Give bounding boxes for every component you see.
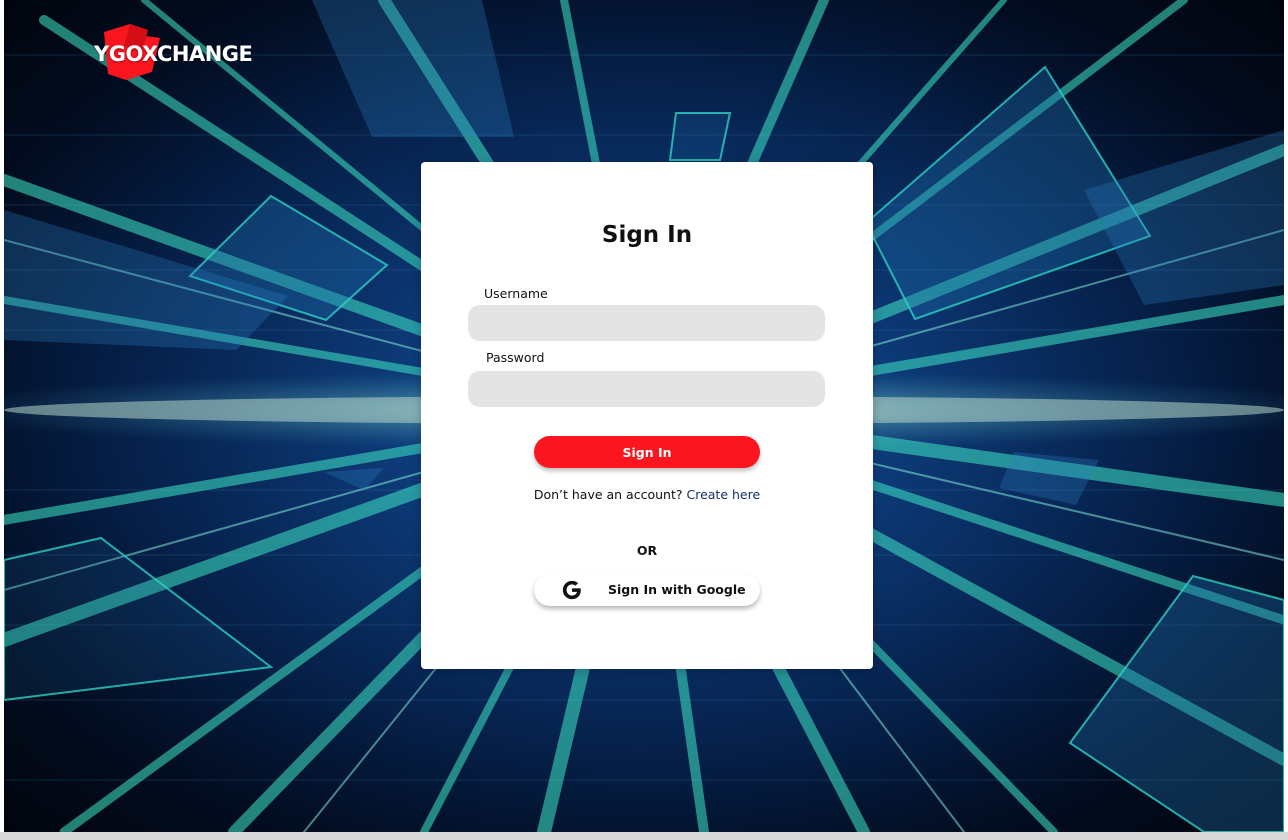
password-input[interactable] — [468, 371, 825, 407]
username-input[interactable] — [468, 305, 825, 341]
page-title: Sign In — [601, 222, 693, 248]
create-account-link[interactable]: Create here — [686, 487, 760, 502]
no-account-text: Don’t have an account? — [533, 487, 683, 502]
signin-button[interactable]: Sign In — [534, 436, 760, 468]
brand-name: YGOXCHANGE — [94, 42, 253, 66]
google-g-icon — [562, 580, 581, 600]
username-label: Username — [484, 286, 548, 301]
page-bottom-strip — [0, 832, 1288, 840]
or-divider: OR — [636, 543, 658, 558]
google-signin-label: Sign In with Google — [608, 582, 746, 597]
brand-logo[interactable]: YGOXCHANGE — [90, 22, 260, 86]
password-label: Password — [486, 350, 545, 365]
signin-card: Sign In Username Password Sign In Don’t … — [421, 162, 873, 669]
google-signin-button[interactable]: Sign In with Google — [534, 574, 760, 606]
create-account-prompt: Don’t have an account? Create here — [421, 487, 873, 502]
